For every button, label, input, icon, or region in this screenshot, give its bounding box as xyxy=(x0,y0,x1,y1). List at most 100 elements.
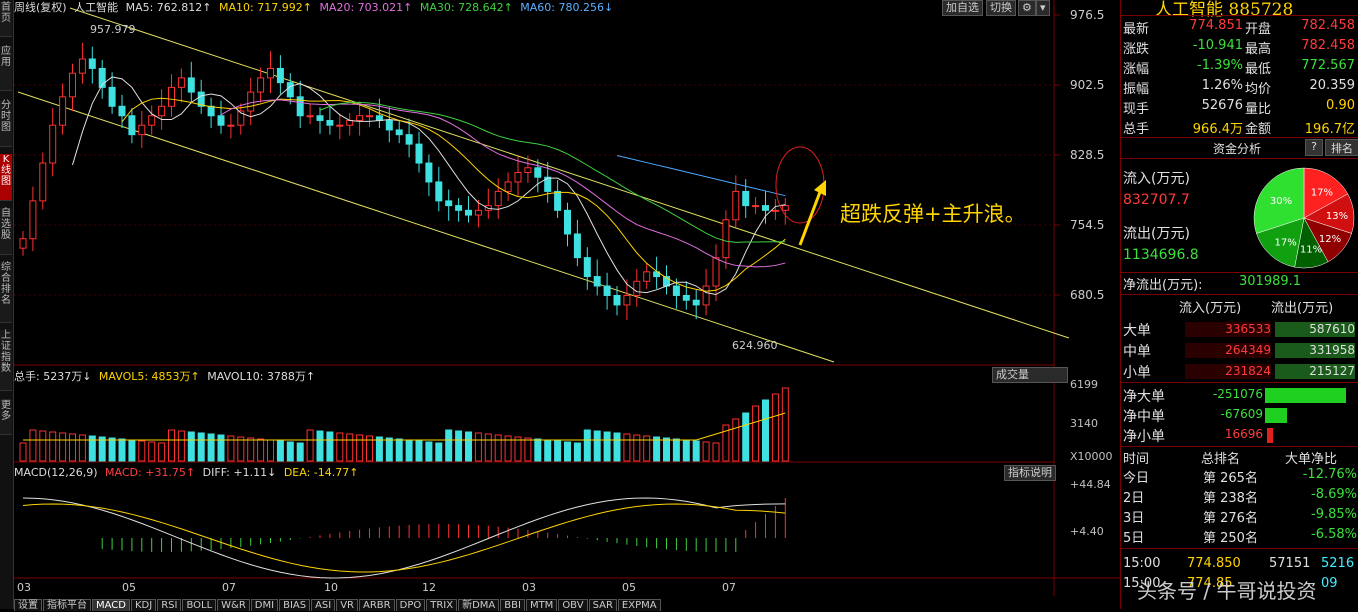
candle xyxy=(524,167,532,173)
rank-button[interactable]: 排名 xyxy=(1325,139,1358,156)
menu-icon[interactable]: ▾ xyxy=(1036,0,1050,16)
nav-item[interactable]: 更多 xyxy=(0,400,12,435)
quote-label: 均价 xyxy=(1245,82,1272,97)
rank-period: 5日 xyxy=(1123,531,1145,546)
candle xyxy=(465,209,472,216)
macd-indicators: MACD(12,26,9) MACD: +31.75↑ DIFF: +1.11↓… xyxy=(14,466,362,479)
tab-macd[interactable]: MACD xyxy=(92,599,130,611)
net-label: 净小单 xyxy=(1123,429,1165,445)
candle xyxy=(108,86,116,107)
nav-item[interactable]: 首页 xyxy=(0,2,12,37)
indicator-help-button[interactable]: 指标说明 xyxy=(1004,465,1056,481)
candle xyxy=(49,124,57,164)
candle xyxy=(118,105,126,117)
candle xyxy=(306,115,314,118)
candle xyxy=(672,285,680,296)
kline-chart-area[interactable]: 周线(复权) 人工智能 MA5: 762.812↑ MA10: 717.992↑… xyxy=(14,0,1120,609)
candle xyxy=(286,82,294,98)
candle xyxy=(534,167,542,178)
tab-设置[interactable]: 设置 xyxy=(14,599,42,611)
price-axis-tick: 828.5 xyxy=(1070,148,1105,162)
header-indicators: 周线(复权) 人工智能 MA5: 762.812↑ MA10: 717.992↑… xyxy=(14,0,617,15)
nav-item[interactable]: K线图 xyxy=(0,154,12,201)
tab-obv[interactable]: OBV xyxy=(558,599,588,611)
indicator-tabs: 设置 指标平台 MACD KDJ RSI BOLL W&R DMI BIAS ASI VR ARBR D… xyxy=(14,597,834,611)
macd-title: MACD(12,26,9) xyxy=(14,466,98,479)
rank-header-cell: 时间 xyxy=(1123,452,1150,467)
quote-label: 涨跌 xyxy=(1123,42,1150,57)
rank-header-cell: 大单净比 xyxy=(1285,452,1338,467)
rank-period: 今日 xyxy=(1123,471,1150,486)
tab-dpo[interactable]: DPO xyxy=(395,599,426,611)
volume-select[interactable]: 成交量 xyxy=(992,367,1068,383)
tab-指标平台[interactable]: 指标平台 xyxy=(43,599,91,611)
stock-title: 人工智能 885728 xyxy=(1155,0,1294,20)
quote-label: 振幅 xyxy=(1123,82,1150,97)
time-axis-tick: 07 xyxy=(222,581,236,594)
add-watchlist-button[interactable]: 加自选 xyxy=(942,0,983,16)
candle xyxy=(583,257,591,278)
tab-kdj[interactable]: KDJ xyxy=(130,599,157,611)
quote-label: 量比 xyxy=(1245,102,1272,117)
tab-mtm[interactable]: MTM xyxy=(525,599,558,611)
gear-icon[interactable]: ⚙ xyxy=(1018,0,1036,16)
quote-value: 782.458 xyxy=(1301,18,1355,33)
tab-rsi[interactable]: RSI xyxy=(157,599,182,611)
quote-panel: 人工智能 885728 最新 774.851 开盘 782.458 涨跌 -10.941 最… xyxy=(1120,0,1358,609)
candle xyxy=(762,205,769,211)
time-axis-tick: 03 xyxy=(17,581,31,594)
help-button[interactable]: ? xyxy=(1305,139,1323,156)
tab-arbr[interactable]: ARBR xyxy=(359,599,395,611)
flow-label: 小单 xyxy=(1123,365,1151,381)
dea-value: DEA: -14.77↑ xyxy=(283,466,359,479)
tab-新dma[interactable]: 新DMA xyxy=(458,599,500,611)
volume-indicators: 总手: 5237万↓ MAVOL5: 4853万↑ MAVOL10: 3788万… xyxy=(14,368,319,384)
candle xyxy=(29,200,37,240)
price-axis-tick: 976.5 xyxy=(1070,8,1105,22)
nav-item[interactable]: 分时图 xyxy=(0,100,12,147)
quote-label: 金额 xyxy=(1245,122,1272,137)
nav-item[interactable]: 综合排名 xyxy=(0,262,12,323)
quote-label: 最低 xyxy=(1245,62,1272,77)
net-outflow-value: 301989.1 xyxy=(1239,274,1302,289)
tab-asi[interactable]: ASI xyxy=(311,599,336,611)
switch-button[interactable]: 切换 xyxy=(986,0,1016,16)
net-bar xyxy=(1267,428,1273,443)
volume-total: 总手: 5237万↓ xyxy=(14,370,92,383)
tab-bbi[interactable]: BBI xyxy=(500,599,525,611)
candle xyxy=(405,134,413,145)
ma10-label: MA10: 717.992↑ xyxy=(219,1,312,14)
flow-out-header: 流出(万元) xyxy=(1271,301,1334,316)
quote-value: -10.941 xyxy=(1192,38,1243,53)
candle xyxy=(504,181,512,192)
rank-value: 第 250名 xyxy=(1203,531,1258,546)
tab-w&r[interactable]: W&R xyxy=(217,599,250,611)
ma30-label: MA30: 728.642↑ xyxy=(419,1,513,14)
ma5-label: MA5: 762.812↑ xyxy=(125,1,212,14)
tick-volume: 57151 xyxy=(1269,556,1311,571)
candle xyxy=(702,285,710,306)
tab-sar[interactable]: SAR xyxy=(588,599,617,611)
rank-period: 2日 xyxy=(1123,491,1145,506)
tab-dmi[interactable]: DMI xyxy=(250,599,279,611)
tab-vr[interactable]: VR xyxy=(336,599,359,611)
tick-price: 774.850 xyxy=(1187,556,1241,571)
nav-item[interactable]: 上证指数 xyxy=(0,330,12,391)
tab-boll[interactable]: BOLL xyxy=(182,599,217,611)
candle xyxy=(148,115,156,126)
candle xyxy=(257,77,265,93)
kline-svg[interactable] xyxy=(14,0,1120,609)
tab-bias[interactable]: BIAS xyxy=(279,599,311,611)
quote-value: 1.26% xyxy=(1201,78,1243,93)
tick-time: 15:00 xyxy=(1123,556,1161,571)
time-axis-tick: 03 xyxy=(522,581,536,594)
flow-in-value: 231824 xyxy=(1185,364,1271,379)
tab-expma[interactable]: EXPMA xyxy=(617,599,661,611)
nav-item[interactable]: 应用 xyxy=(0,46,12,91)
nav-item[interactable]: 自选股 xyxy=(0,208,12,255)
tab-trix[interactable]: TRIX xyxy=(426,599,458,611)
watermark: 头条号 / 牛哥说投资 xyxy=(1137,579,1317,603)
candle xyxy=(613,294,621,306)
candle xyxy=(39,162,47,202)
candle xyxy=(138,124,146,136)
